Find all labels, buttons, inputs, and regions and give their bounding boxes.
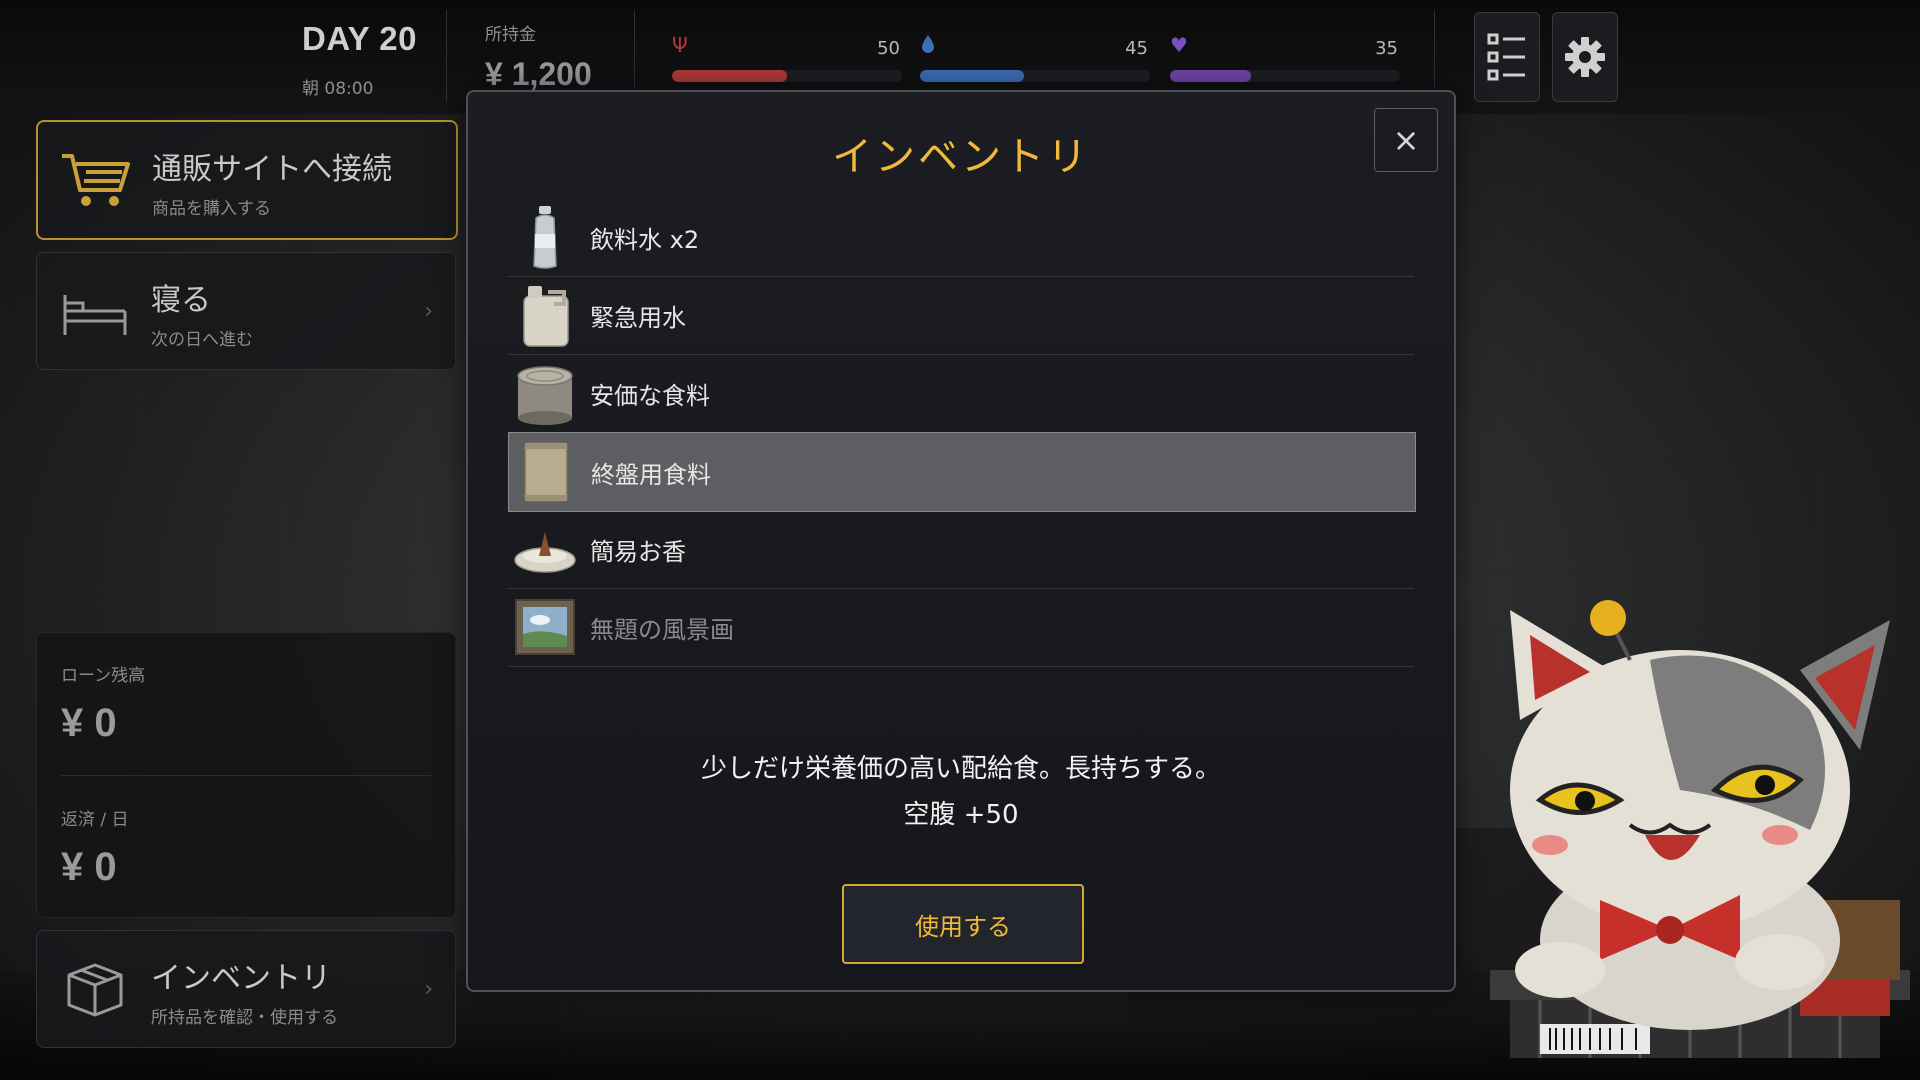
item-name: 安価な食料	[590, 382, 710, 410]
water-bottle-icon	[533, 206, 557, 269]
hunger-value: 50	[877, 38, 900, 59]
fork-icon: Ψ	[672, 33, 688, 57]
sleep-title: 寝る	[151, 283, 211, 318]
shopping-cart-icon	[62, 154, 130, 206]
hunger-bar	[672, 70, 902, 82]
thirst-stat: 45	[920, 34, 1150, 84]
ration-pack-icon	[524, 442, 568, 502]
shop-title: 通販サイトへ接続	[152, 152, 392, 187]
mental-stat: ♥ 35	[1170, 34, 1400, 84]
bed-icon	[63, 295, 127, 335]
heart-icon: ♥	[1170, 33, 1188, 57]
task-list-button[interactable]	[1474, 12, 1540, 102]
water-drop-icon	[920, 34, 936, 58]
settings-button[interactable]	[1552, 12, 1618, 102]
box-icon	[67, 963, 123, 1017]
item-name: 終盤用食料	[591, 461, 711, 489]
hud-divider	[446, 10, 447, 102]
inventory-subtitle: 所持品を確認・使用する	[151, 1008, 338, 1028]
item-name: 飲料水 x2	[590, 226, 700, 254]
sleep-menu-button[interactable]: 寝る 次の日へ進む ›	[36, 252, 456, 370]
close-icon: ×	[1392, 121, 1420, 159]
inventory-item[interactable]: 飲料水 x2	[508, 198, 1414, 277]
divider	[61, 775, 431, 776]
shop-menu-button[interactable]: 通販サイトへ接続 商品を購入する	[36, 120, 458, 240]
close-button[interactable]: ×	[1374, 108, 1438, 172]
shop-subtitle: 商品を購入する	[152, 199, 271, 219]
hud-divider	[634, 10, 635, 102]
mental-value: 35	[1375, 38, 1398, 59]
money-value: ¥ 1,200	[485, 56, 592, 92]
inventory-modal: インベントリ × 飲料水 x2 緊急用水 安価な食料 終盤用食料 簡易お香 無題…	[466, 90, 1456, 992]
gear-icon	[1565, 37, 1605, 77]
inventory-item[interactable]: 終盤用食料	[508, 432, 1416, 512]
thirst-value: 45	[1125, 38, 1148, 59]
money-label: 所持金	[485, 25, 536, 45]
chevron-right-icon: ›	[424, 977, 433, 1002]
loan-panel: ローン残高 ¥ 0 返済 / 日 ¥ 0	[36, 632, 456, 918]
mental-bar-fill	[1170, 70, 1251, 82]
chevron-right-icon: ›	[424, 299, 433, 324]
loan-balance-value: ¥ 0	[61, 701, 117, 745]
cat-mascot	[1490, 600, 1910, 1058]
landscape-painting-icon	[515, 599, 575, 655]
loan-balance-label: ローン残高	[61, 666, 146, 686]
inventory-item[interactable]: 緊急用水	[508, 276, 1414, 355]
daily-repayment-label: 返済 / 日	[61, 810, 129, 830]
inventory-menu-button[interactable]: インベントリ 所持品を確認・使用する ›	[36, 930, 456, 1048]
time-of-day: 朝 08:00	[302, 79, 374, 99]
sleep-subtitle: 次の日へ進む	[151, 330, 253, 350]
inventory-list: 飲料水 x2 緊急用水 安価な食料 終盤用食料 簡易お香 無題の風景画	[508, 198, 1416, 792]
day-counter: DAY 20	[302, 20, 417, 57]
item-description: 少しだけ栄養価の高い配給食。長持ちする。	[700, 754, 1221, 784]
use-button[interactable]: 使用する	[842, 884, 1084, 964]
hunger-stat: Ψ 50	[672, 34, 902, 84]
thirst-bar-fill	[920, 70, 1024, 82]
hunger-bar-fill	[672, 70, 787, 82]
item-name: 緊急用水	[590, 304, 686, 332]
hud-divider	[1434, 10, 1435, 102]
item-name: 無題の風景画	[590, 616, 734, 644]
modal-title: インベントリ	[832, 134, 1090, 180]
mental-bar	[1170, 70, 1400, 82]
thirst-bar	[920, 70, 1150, 82]
inventory-title: インベントリ	[151, 961, 331, 996]
list-icon	[1487, 33, 1525, 81]
tin-can-icon	[517, 366, 573, 425]
item-effect: 空腹 +50	[903, 800, 1019, 830]
inventory-item[interactable]: 無題の風景画	[508, 588, 1414, 667]
incense-icon	[514, 532, 576, 573]
item-name: 簡易お香	[590, 538, 686, 566]
inventory-item[interactable]: 簡易お香	[508, 510, 1414, 589]
daily-repayment-value: ¥ 0	[61, 845, 117, 889]
water-jug-icon	[523, 286, 569, 347]
inventory-item[interactable]: 安価な食料	[508, 354, 1414, 433]
